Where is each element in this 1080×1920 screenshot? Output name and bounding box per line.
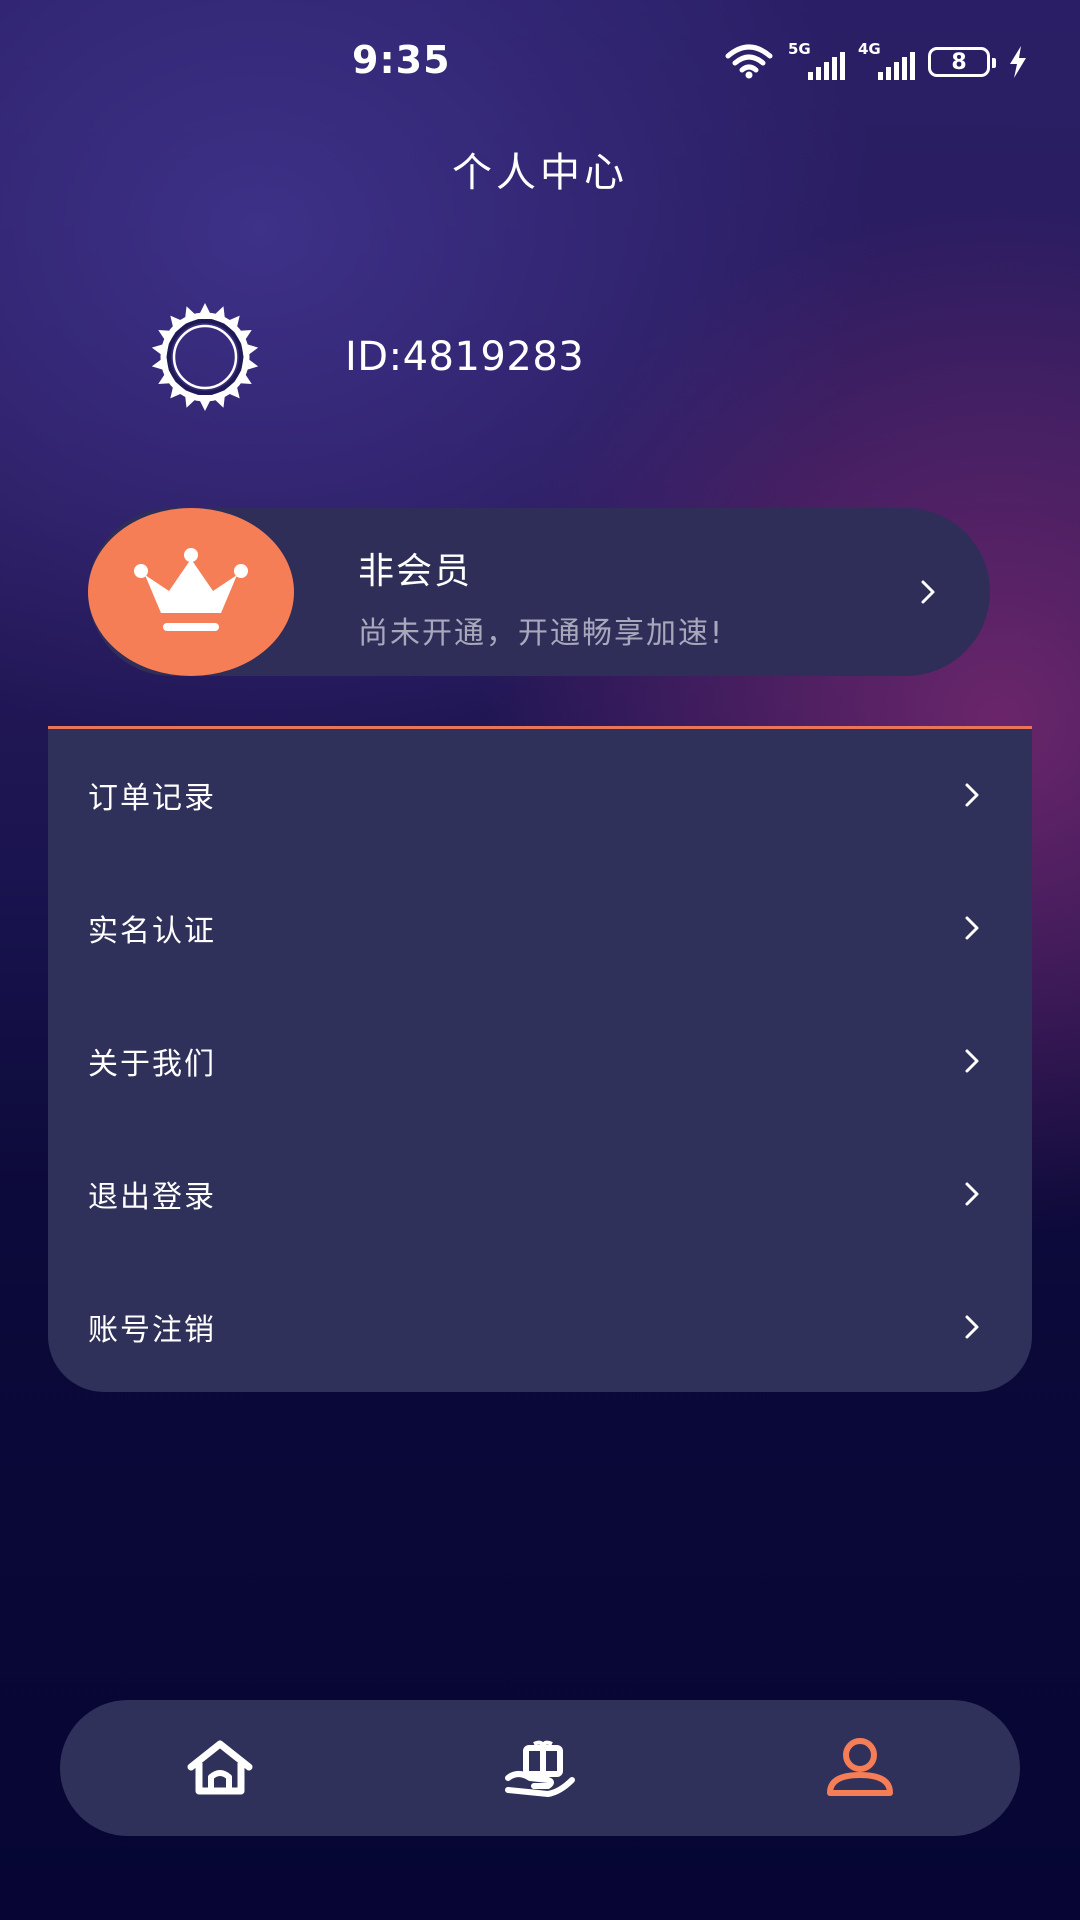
membership-title: 非会员	[358, 551, 473, 592]
membership-description: 尚未开通，开通畅享加速!	[358, 616, 725, 651]
bottom-nav	[60, 1700, 1020, 1836]
menu-item-label: 账号注销	[88, 1313, 216, 1348]
user-id: ID:4819283	[345, 334, 585, 380]
chevron-right-icon	[965, 916, 979, 940]
menu-item-label: 退出登录	[88, 1180, 216, 1215]
menu-panel: 订单记录 实名认证 关于我们 退出登录 账号注销	[48, 726, 1032, 1392]
user-icon	[827, 1738, 893, 1796]
menu-item-label: 关于我们	[88, 1047, 216, 1082]
menu-item-label: 订单记录	[88, 781, 216, 816]
chevron-right-icon	[965, 1049, 979, 1073]
battery-icon: 8	[928, 47, 996, 77]
gift-hand-icon	[505, 1740, 575, 1797]
menu-item-label: 实名认证	[88, 914, 216, 949]
chevron-right-icon	[965, 1182, 979, 1206]
menu-item-order-records[interactable]: 订单记录	[48, 729, 1032, 862]
menu-item-real-name-verification[interactable]: 实名认证	[48, 862, 1032, 995]
menu-item-delete-account[interactable]: 账号注销	[48, 1261, 1032, 1394]
nav-profile[interactable]	[820, 1730, 900, 1806]
page-title: 个人中心	[452, 150, 628, 196]
signal-5g-icon: 5G	[788, 40, 845, 80]
status-time: 9:35	[352, 38, 451, 82]
status-bar: 9:35 5G 4G 8	[0, 0, 1080, 128]
nav-home[interactable]	[180, 1730, 260, 1806]
status-icons: 5G 4G 8	[724, 40, 1028, 80]
chevron-right-icon	[921, 580, 935, 604]
charging-icon	[1010, 46, 1026, 78]
crown-icon	[134, 548, 248, 631]
sunburst-avatar-icon[interactable]	[140, 302, 270, 412]
menu-item-logout[interactable]: 退出登录	[48, 1128, 1032, 1261]
membership-card[interactable]: 非会员 尚未开通，开通畅享加速!	[88, 508, 990, 676]
home-icon	[187, 1740, 253, 1795]
wifi-icon	[725, 44, 773, 79]
battery-level: 8	[951, 49, 967, 75]
chevron-right-icon	[965, 783, 979, 807]
menu-item-about-us[interactable]: 关于我们	[48, 995, 1032, 1128]
signal-4g-icon: 4G	[858, 40, 915, 80]
crown-badge	[88, 508, 294, 676]
chevron-right-icon	[965, 1315, 979, 1339]
nav-gift[interactable]	[500, 1730, 580, 1806]
